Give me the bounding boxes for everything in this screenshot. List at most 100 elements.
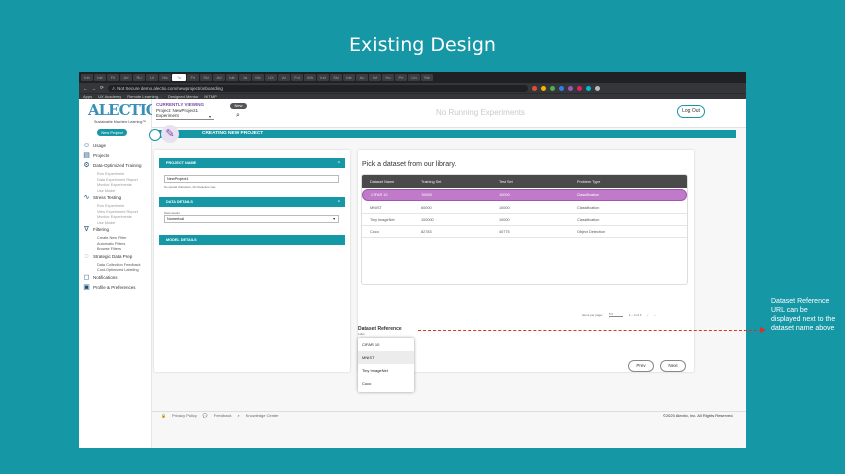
chevron-right-icon[interactable]: › [654,313,655,317]
sidebar-item[interactable]: ▤ Projects [83,152,151,159]
dropdown-option[interactable]: CIFAR 10 [358,338,414,351]
extension-icon[interactable] [549,85,555,91]
dataset-reference-dropdown[interactable]: CIFAR 10 MNIST Tiny ImageNet Coco [358,338,414,392]
lock-icon: 🔒 [161,413,166,418]
app-screenshot: Inb Ide Fil Ari Ru Lil Nic Ta Fri Ski Ad Ide Ja Mc UX A… [79,72,746,448]
reload-icon[interactable]: ⟳ [100,85,104,91]
sidebar-item-label: Filtering [93,227,110,232]
chevron-left-icon[interactable]: ‹ [647,313,648,317]
table-row[interactable]: MNIST 60000 10000 Classification [362,202,687,214]
profile-avatar-icon[interactable] [594,85,600,91]
accordion-label: PROJECT NAME [166,161,197,165]
table-cell: 10000 [499,217,510,222]
sidebar-nav: ☺ Usage ▤ Projects ⚙ Data-Optimized Training R… [83,142,151,294]
browser-tab[interactable]: Ide [226,74,238,81]
currently-viewing-label: CURRENTLY VIEWING [156,102,205,107]
browser-tab[interactable]: Mc [252,74,264,81]
knowledge-center-link[interactable]: Knowledge Center [246,413,279,418]
browser-tab[interactable]: Ski [330,74,342,81]
browser-tab[interactable]: Inb [81,74,93,81]
url-field[interactable]: ⚠ Not Secure demo.alectio.com/newproject… [107,84,528,92]
table-row[interactable]: CIFAR 10 50000 10000 Classification [362,189,687,201]
browser-tab[interactable]: UX [265,74,277,81]
table-cell: Coco [370,229,379,234]
browser-tab-strip: Inb Ide Fil Ari Ru Lil Nic Ta Fri Ski Ad Ide Ja Mc UX A… [79,72,746,83]
browser-tab[interactable]: Nic [159,74,171,81]
sidebar-item[interactable]: ⚙ Data-Optimized Training [83,162,151,169]
chevron-up-icon: ^ [337,199,340,204]
column-header[interactable]: Dataset Name [362,180,421,184]
browser-tab[interactable]: Ari [120,74,132,81]
table-cell: 60000 [421,205,432,210]
browser-tab[interactable]: Ru [133,74,145,81]
browser-tab[interactable]: Wh [304,74,316,81]
browser-tab[interactable]: Ful [291,74,303,81]
forward-icon[interactable]: → [92,86,97,91]
sidebar-item[interactable]: ∿ Stress Testing [83,194,151,201]
sidebar-item[interactable]: ▣ Profile & Preferences [83,284,151,291]
browser-tab[interactable]: Inf [369,74,381,81]
dropdown-option[interactable]: Tiny ImageNet [358,364,414,377]
table-cell: 10000 [499,193,510,197]
new-experiment-button[interactable]: New [230,103,247,109]
back-icon[interactable]: ← [83,86,88,91]
copyright: ©2020 Alectio, Inc. All Rights Reserved. [663,413,734,418]
extension-icon[interactable] [558,85,564,91]
browser-tab[interactable]: Ide [94,74,106,81]
extension-icon[interactable] [585,85,591,91]
extension-icon[interactable] [567,85,573,91]
table-row[interactable]: Coco 82783 40775 Object Detection [362,226,687,238]
browser-tab[interactable]: Ar [278,74,290,81]
browser-tab[interactable]: Ja [239,74,251,81]
browser-tab[interactable]: Lil [146,74,158,81]
feedback-link[interactable]: Feedback [214,413,232,418]
items-per-page-select[interactable]: 5 ▾ [608,312,623,317]
sidebar-item[interactable]: ◻ Notifications [83,274,151,281]
column-header[interactable]: Problem Type [577,180,687,184]
accordion-model-details[interactable]: MODEL DETAILS [159,235,345,245]
search-icon[interactable]: ⌕ [236,112,240,120]
browser-tab[interactable]: Ste [421,74,433,81]
select-underline [156,119,214,120]
items-per-page-value: 5 [608,312,611,316]
column-header[interactable]: Test Set [499,180,577,184]
sidebar-item[interactable]: ◌ Strategic Data Prep [83,253,151,260]
browser-tab[interactable]: Ski [200,74,212,81]
browser-tab[interactable]: Ind [317,74,329,81]
browser-tab[interactable]: Ho [382,74,394,81]
footer-links: 🔒 Privacy Policy 💬 Feedback ⌕ Knowledge … [161,413,279,418]
accordion-label: DATA DETAILS [166,200,193,204]
accordion-project-name[interactable]: PROJECT NAME ^ [159,158,345,168]
browser-tab[interactable]: Ad [213,74,225,81]
prev-button[interactable]: Prev [628,360,654,372]
table-cell: 82783 [421,229,432,234]
browser-tab[interactable]: Ta [172,74,186,81]
browser-tab[interactable]: Lin [408,74,420,81]
table-row[interactable]: Tiny ImageNet 100000 10000 Classification [362,214,687,226]
column-header[interactable]: Training Set [421,180,499,184]
top-bar: CURRENTLY VIEWING Project: NewProject1 E… [152,99,746,128]
browser-tab[interactable]: Fil [107,74,119,81]
browser-tab[interactable]: Pri [395,74,407,81]
bell-icon: ◻ [83,273,90,281]
sidebar-item[interactable]: ☺ Usage [83,142,151,149]
table-cell: Classification [577,205,600,210]
dropdown-option[interactable]: Coco [358,377,414,390]
sidebar-item[interactable]: ∇ Filtering [83,226,151,233]
logout-button[interactable]: Log Out [677,105,705,118]
browser-tab[interactable]: Ide [343,74,355,81]
accordion-data-details[interactable]: DATA DETAILS ^ [159,197,345,207]
browser-tab[interactable]: Fri [187,74,199,81]
new-project-button[interactable]: New Project [97,129,127,136]
extension-icon[interactable] [576,85,582,91]
extension-icon[interactable] [540,85,546,91]
browser-tab[interactable]: Ac [356,74,368,81]
next-button[interactable]: Next [660,360,686,372]
data-type-select[interactable]: Numerical ▾ [164,215,339,223]
alectio-logo[interactable]: ALECTIO [88,101,159,121]
extension-icon[interactable] [531,85,537,91]
project-name-field[interactable]: NewProject1 [164,175,339,183]
dropdown-option[interactable]: MNIST [358,351,414,364]
privacy-link[interactable]: Privacy Policy [172,413,197,418]
experiment-select[interactable]: Experiment [156,113,179,118]
